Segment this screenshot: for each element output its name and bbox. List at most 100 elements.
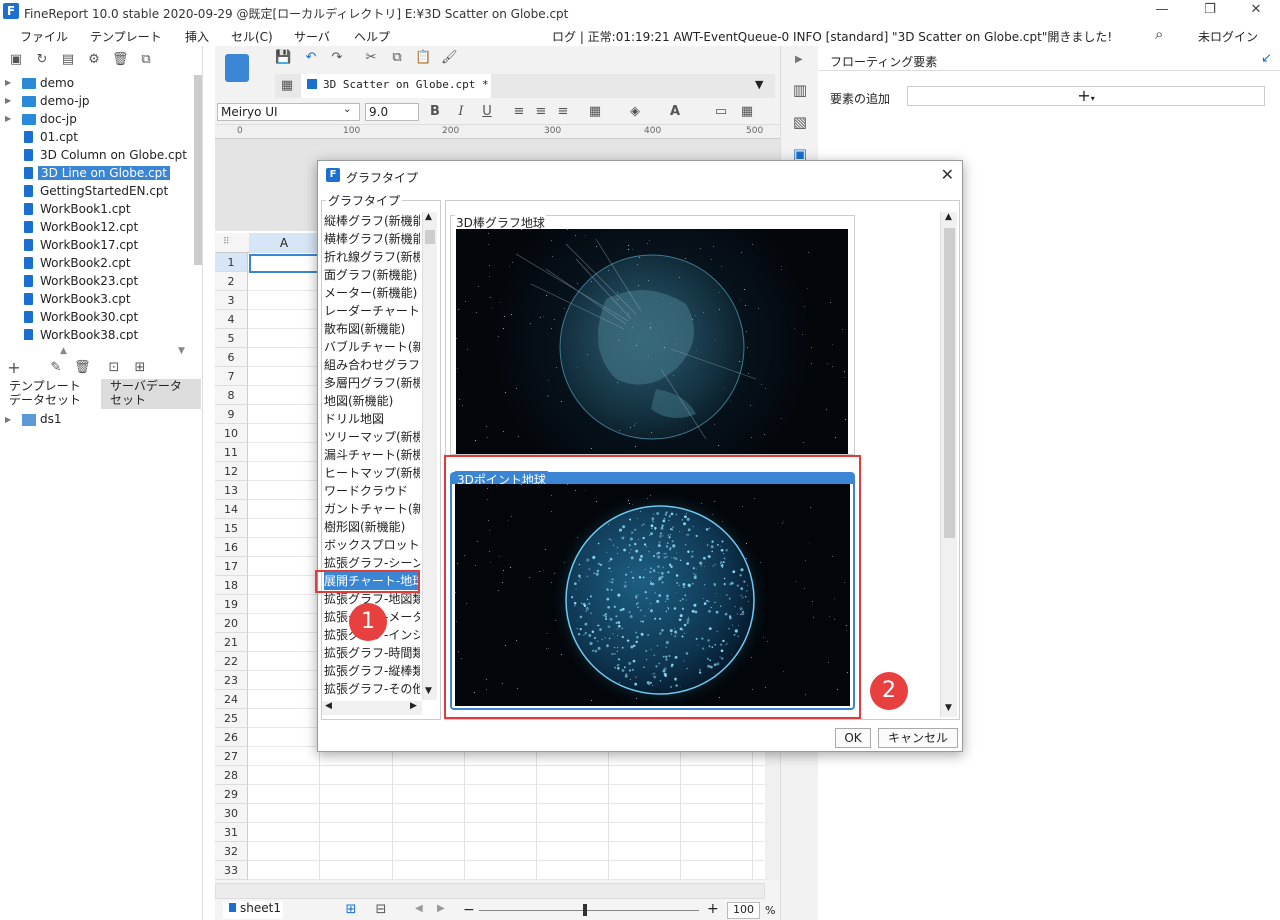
new-folder-icon[interactable]: ▣ bbox=[8, 52, 24, 68]
sheet-hscrollbar[interactable] bbox=[215, 883, 765, 899]
copy-icon[interactable]: ⧉ bbox=[389, 50, 405, 66]
grid-icon[interactable]: ▦ bbox=[279, 78, 295, 94]
row-header[interactable]: 1 bbox=[215, 253, 248, 272]
row-header[interactable]: 9 bbox=[215, 405, 248, 424]
tree-folder[interactable]: ▶ demo-jp bbox=[0, 93, 195, 111]
collapse-up-icon[interactable]: ▲ bbox=[60, 346, 67, 356]
selected-cell[interactable] bbox=[249, 254, 319, 273]
zoom-slider-handle[interactable] bbox=[583, 904, 587, 916]
expand-arrow-icon[interactable]: ▶ bbox=[5, 78, 11, 87]
chart-type-item[interactable]: 面グラフ(新機能) bbox=[324, 266, 420, 284]
fill-color-icon[interactable]: ◈ bbox=[627, 104, 643, 120]
row-header[interactable]: 30 bbox=[215, 804, 248, 823]
collapse-down-icon[interactable]: ▼ bbox=[178, 346, 185, 356]
chart-type-item[interactable]: ボックスプロット bbox=[324, 536, 420, 554]
expand-right-icon[interactable]: ▶ bbox=[795, 54, 803, 65]
row-header[interactable]: 23 bbox=[215, 671, 248, 690]
tree-file[interactable]: WorkBook1.cpt bbox=[0, 201, 195, 219]
new-report-icon[interactable] bbox=[225, 54, 249, 82]
chart-type-item[interactable]: 散布図(新機能) bbox=[324, 320, 420, 338]
menu-server[interactable]: サーバ bbox=[294, 28, 330, 45]
chart-type-item[interactable]: ヒートマップ(新機能) bbox=[324, 464, 420, 482]
copy-icon[interactable]: ⧉ bbox=[138, 52, 154, 68]
expand-arrow-icon[interactable]: ▶ bbox=[5, 96, 11, 105]
expand-arrow-icon[interactable]: ▶ bbox=[5, 114, 11, 123]
align-center-icon[interactable]: ≡ bbox=[533, 104, 549, 120]
scroll-up-icon[interactable]: ▲ bbox=[425, 212, 432, 222]
refresh-icon[interactable]: ↻ bbox=[34, 52, 50, 68]
row-header[interactable]: 20 bbox=[215, 614, 248, 633]
row-header[interactable]: 2 bbox=[215, 272, 248, 291]
row-header[interactable]: 32 bbox=[215, 842, 248, 861]
chart-type-item[interactable]: 組み合わせグラフ bbox=[324, 356, 420, 374]
zoom-input[interactable]: 100 bbox=[727, 902, 760, 919]
preview-3d-bar-globe[interactable]: 3D棒グラフ地球 bbox=[450, 214, 855, 455]
tree-file[interactable]: 3D Line on Globe.cpt bbox=[0, 165, 195, 183]
trash-icon[interactable]: 🗑 bbox=[74, 360, 91, 376]
edit-icon[interactable]: ✎ bbox=[48, 360, 64, 376]
row-header[interactable]: 6 bbox=[215, 348, 248, 367]
align-right-icon[interactable]: ≡ bbox=[555, 104, 571, 120]
chart-type-item[interactable]: 拡張グラフ-時間類 bbox=[324, 644, 420, 662]
row-header[interactable]: 27 bbox=[215, 747, 248, 766]
row-header[interactable]: 33 bbox=[215, 861, 248, 880]
tree-file[interactable]: WorkBook3.cpt bbox=[0, 291, 195, 309]
bold-icon[interactable]: B bbox=[427, 104, 443, 120]
type-list-hscrollbar[interactable]: ◀ ▶ bbox=[322, 701, 422, 715]
tab-template-dataset[interactable]: テンプレート データセット bbox=[0, 379, 100, 409]
redo-icon[interactable]: ↷ bbox=[329, 50, 345, 66]
template-icon[interactable]: ▤ bbox=[60, 52, 76, 68]
font-color-icon[interactable]: A bbox=[667, 104, 683, 120]
underline-icon[interactable]: U bbox=[479, 104, 495, 120]
preview-icon[interactable]: ⊡ bbox=[106, 360, 122, 376]
chart-type-item[interactable]: バブルチャート(新機能) bbox=[324, 338, 420, 356]
row-header[interactable]: 14 bbox=[215, 500, 248, 519]
next-sheet-icon[interactable]: ▶ bbox=[437, 903, 445, 914]
chart-type-item[interactable]: ガントチャート(新機能) bbox=[324, 500, 420, 518]
close-icon[interactable]: ✕ bbox=[1246, 2, 1266, 20]
menu-help[interactable]: ヘルプ bbox=[354, 28, 390, 45]
scroll-thumb[interactable] bbox=[425, 230, 435, 244]
scroll-thumb[interactable] bbox=[944, 228, 955, 538]
login-label[interactable]: 未ログイン bbox=[1198, 28, 1258, 45]
chart-type-item[interactable]: レーダーチャート bbox=[324, 302, 420, 320]
scroll-left-icon[interactable]: ◀ bbox=[325, 701, 332, 711]
chart-type-item[interactable]: ワードクラウド bbox=[324, 482, 420, 500]
scroll-down-icon[interactable]: ▼ bbox=[425, 686, 432, 696]
pin-icon[interactable]: ↙ bbox=[1261, 51, 1272, 66]
tree-file[interactable]: WorkBook17.cpt bbox=[0, 237, 195, 255]
delete-icon[interactable]: 🗑 bbox=[112, 52, 129, 68]
row-header[interactable]: 24 bbox=[215, 690, 248, 709]
chart-type-item[interactable]: 地図(新機能) bbox=[324, 392, 420, 410]
paste-icon[interactable]: 📋 bbox=[415, 50, 431, 66]
tree-file[interactable]: WorkBook30.cpt bbox=[0, 309, 195, 327]
row-header[interactable]: 29 bbox=[215, 785, 248, 804]
chart-type-item[interactable]: 多層円グラフ(新機能) bbox=[324, 374, 420, 392]
tree-file[interactable]: 01.cpt bbox=[0, 129, 195, 147]
type-list-scrollbar[interactable]: ▲ ▼ bbox=[422, 212, 437, 700]
add-sheet-alt-icon[interactable]: ⊟ bbox=[373, 902, 389, 918]
row-header[interactable]: 25 bbox=[215, 709, 248, 728]
row-header[interactable]: 15 bbox=[215, 519, 248, 538]
tree-folder[interactable]: ▶ demo bbox=[0, 75, 195, 93]
zoom-slider[interactable] bbox=[479, 910, 699, 911]
row-header[interactable]: 3 bbox=[215, 291, 248, 310]
chart-type-item[interactable]: メーター(新機能) bbox=[324, 284, 420, 302]
search-icon[interactable]: ⌕ bbox=[1155, 25, 1163, 43]
row-header[interactable]: 28 bbox=[215, 766, 248, 785]
row-header[interactable]: 4 bbox=[215, 310, 248, 329]
expand-arrow-icon[interactable]: ▶ bbox=[5, 415, 11, 424]
font-family-select[interactable]: Meiryo UI bbox=[217, 103, 360, 121]
add-dataset-icon[interactable]: + bbox=[6, 360, 22, 376]
tree-file[interactable]: WorkBook2.cpt bbox=[0, 255, 195, 273]
row-header[interactable]: 19 bbox=[215, 595, 248, 614]
tree-file[interactable]: WorkBook23.cpt bbox=[0, 273, 195, 291]
prev-sheet-icon[interactable]: ◀ bbox=[415, 903, 423, 914]
chart-type-item[interactable]: 横棒グラフ(新機能) bbox=[324, 230, 420, 248]
zoom-out-icon[interactable]: − bbox=[463, 902, 475, 918]
tree-file[interactable]: 3D Column on Globe.cpt bbox=[0, 147, 195, 165]
row-header[interactable]: 26 bbox=[215, 728, 248, 747]
tab-3d-scatter[interactable]: 3D Scatter on Globe.cpt * bbox=[301, 74, 491, 98]
border-icon[interactable]: ▦ bbox=[587, 104, 603, 120]
tab-menu-icon[interactable]: ▼ bbox=[755, 78, 763, 91]
